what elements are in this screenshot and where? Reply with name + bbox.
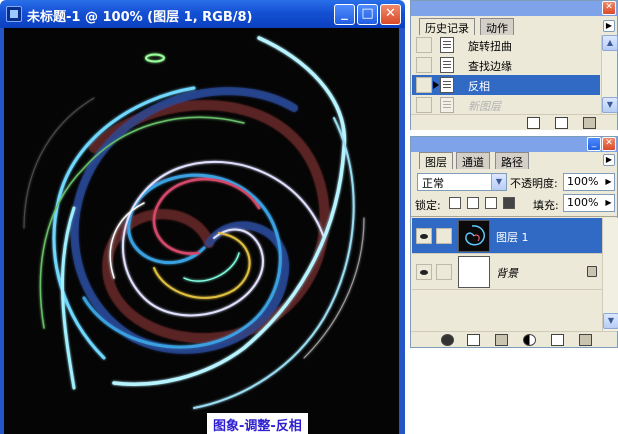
lock-all-icon[interactable]	[503, 197, 515, 209]
tab-actions[interactable]: 动作	[480, 18, 514, 35]
adjustment-icon[interactable]	[523, 334, 536, 346]
history-footer	[411, 114, 617, 130]
lock-transparent-icon[interactable]	[449, 197, 461, 209]
fill-input[interactable]: 100% ▶	[563, 194, 615, 212]
layers-close-icon[interactable]: ✕	[602, 137, 616, 151]
opacity-slider-arrow-icon[interactable]: ▶	[603, 174, 614, 190]
document-title: 未标题-1 @ 100% (图层 1, RGB/8)	[27, 10, 253, 25]
scroll-up-icon[interactable]: ▲	[602, 35, 618, 51]
maximize-button[interactable]: □	[357, 4, 378, 25]
history-menu-arrow-icon[interactable]: ▶	[603, 20, 615, 32]
group-icon[interactable]	[495, 334, 508, 346]
document-title-bar[interactable]: 未标题-1 @ 100% (图层 1, RGB/8) _ □ ✕	[0, 0, 405, 28]
history-state-icon	[440, 57, 454, 73]
history-close-icon[interactable]: ✕	[602, 1, 616, 15]
layer-thumbnail	[458, 220, 490, 252]
history-state-icon	[440, 77, 454, 93]
fill-label: 填充:	[533, 199, 559, 212]
history-state-icon	[440, 97, 454, 113]
eye-icon[interactable]	[416, 228, 432, 244]
blend-mode-select[interactable]: 正常 ▼	[417, 173, 507, 191]
trash-icon[interactable]	[583, 117, 596, 129]
new-layer-icon[interactable]	[551, 334, 564, 346]
layers-palette-title-bar[interactable]: _ ✕	[411, 137, 617, 152]
tab-layers[interactable]: 图层	[419, 152, 453, 169]
image-canvas[interactable]	[4, 28, 399, 434]
fill-slider-arrow-icon[interactable]: ▶	[603, 195, 614, 211]
history-palette-title-bar[interactable]: ✕	[411, 1, 617, 16]
layer-style-icon[interactable]	[441, 334, 454, 346]
tab-history[interactable]: 历史记录	[419, 18, 475, 35]
opacity-input[interactable]: 100% ▶	[563, 173, 615, 191]
scroll-down-icon[interactable]: ▼	[603, 313, 618, 329]
swirl-image	[23, 36, 365, 409]
chevron-down-icon[interactable]: ▼	[491, 174, 506, 190]
history-state-icon	[440, 37, 454, 53]
photoshop-document-icon	[6, 6, 22, 22]
layer-name: 背景	[496, 267, 518, 280]
scroll-down-icon[interactable]: ▼	[602, 97, 618, 113]
close-button[interactable]: ✕	[380, 4, 401, 25]
document-frame	[0, 28, 405, 434]
eye-icon[interactable]	[416, 264, 432, 280]
minimize-button[interactable]: _	[334, 4, 355, 25]
history-item[interactable]: 查找边缘	[412, 55, 600, 75]
caption-label: 图象-调整-反相	[207, 413, 308, 434]
layer-row[interactable]: 背景	[412, 254, 603, 290]
opacity-label: 不透明度:	[510, 177, 558, 190]
tab-paths[interactable]: 路径	[495, 152, 529, 169]
lock-icon	[587, 266, 597, 277]
snapshot-icon[interactable]	[555, 117, 568, 129]
history-brush-marker-icon	[433, 81, 439, 89]
layers-footer	[411, 331, 617, 347]
layer-row-selected[interactable]: 图层 1	[412, 218, 603, 254]
history-item[interactable]: 旋转扭曲	[412, 35, 600, 55]
new-document-icon[interactable]	[527, 117, 540, 129]
trash-icon[interactable]	[579, 334, 592, 346]
history-palette: ✕ 历史记录 动作 ▶ 旋转扭曲 查找边缘 反相 新图层 ▲ ▼	[410, 0, 618, 130]
tab-channels[interactable]: 通道	[456, 152, 490, 169]
link-slot-icon[interactable]	[436, 264, 452, 280]
layers-scrollbar[interactable]: ▼	[602, 218, 618, 331]
history-item-dimmed[interactable]: 新图层	[412, 95, 600, 115]
brush-icon[interactable]	[436, 228, 452, 244]
layer-thumbnail	[458, 256, 490, 288]
layer-name: 图层 1	[496, 231, 529, 244]
layers-menu-arrow-icon[interactable]: ▶	[603, 154, 615, 166]
lock-position-move-icon[interactable]	[485, 197, 497, 209]
history-scrollbar[interactable]: ▲ ▼	[601, 35, 618, 115]
layers-palette: _ ✕ 图层 通道 路径 ▶ 正常 ▼ 不透明度: 100% ▶ 锁定: 填充:…	[410, 136, 618, 348]
mask-icon[interactable]	[467, 334, 480, 346]
layers-minimize-icon[interactable]: _	[587, 137, 601, 151]
history-item-selected[interactable]: 反相	[412, 75, 600, 95]
lock-image-brush-icon[interactable]	[467, 197, 479, 209]
lock-label: 锁定:	[415, 199, 441, 212]
document-window: 未标题-1 @ 100% (图层 1, RGB/8) _ □ ✕ 图象-调整-反…	[0, 0, 405, 434]
